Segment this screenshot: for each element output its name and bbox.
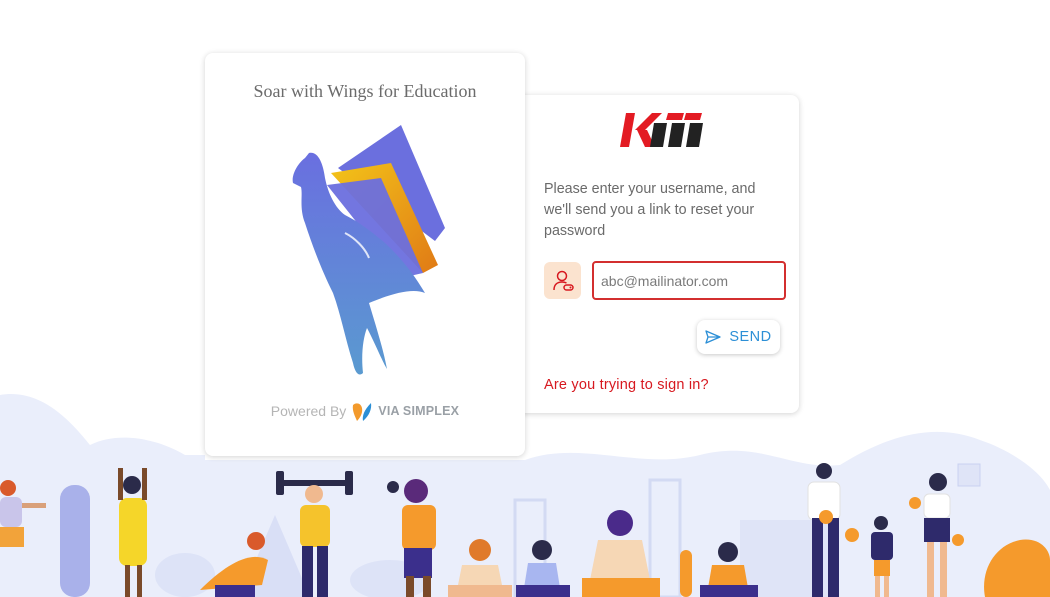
send-button-label: SEND xyxy=(729,329,772,345)
winged-woman-book-icon xyxy=(292,125,445,375)
user-icon xyxy=(544,262,581,299)
brand-tagline: Soar with Wings for Education xyxy=(253,81,477,101)
reset-password-card: Please enter your username, and we'll se… xyxy=(522,95,799,413)
paper-plane-icon xyxy=(705,330,721,344)
send-button[interactable]: SEND xyxy=(697,320,780,354)
via-simplex-logo-icon xyxy=(353,403,372,421)
powered-by-label: Powered By xyxy=(270,403,347,419)
vendor-name: VIA SIMPLEX xyxy=(378,404,460,418)
email-field[interactable] xyxy=(592,261,786,300)
kii-logo xyxy=(620,113,703,147)
sign-in-link[interactable]: Are you trying to sign in? xyxy=(544,377,709,393)
instruction-text: Please enter your username, and we'll se… xyxy=(544,181,756,239)
brand-card: Soar with Wings for Education Powered By… xyxy=(205,53,525,456)
powered-by: Powered By VIA SIMPLEX xyxy=(205,399,525,423)
